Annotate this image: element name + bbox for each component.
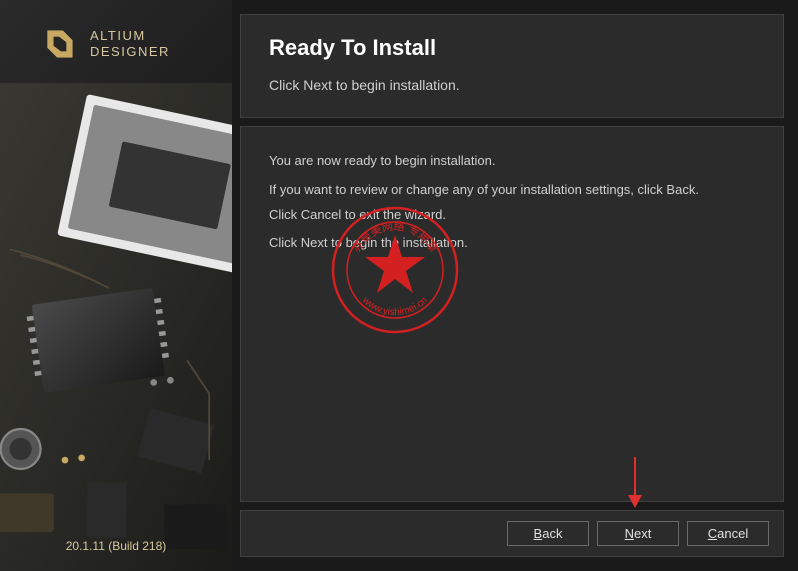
next-button[interactable]: Next <box>597 521 679 546</box>
main-content: Ready To Install Click Next to begin ins… <box>232 0 798 571</box>
content-line-2: If you want to review or change any of y… <box>269 180 755 201</box>
content-line-4: Click Next to begin the installation. <box>269 233 755 254</box>
content-panel: You are now ready to begin installation.… <box>240 126 784 502</box>
header-panel: Ready To Install Click Next to begin ins… <box>240 14 784 118</box>
logo-area: ALTIUM DESIGNER <box>0 0 232 83</box>
cancel-button[interactable]: Cancel <box>687 521 769 546</box>
content-line-3: Click Cancel to exit the wizard. <box>269 205 755 226</box>
brand-line1: ALTIUM <box>90 28 170 44</box>
footer-panel: Back Next Cancel <box>240 510 784 557</box>
back-button[interactable]: Back <box>507 521 589 546</box>
sidebar: ALTIUM DESIGNER <box>0 0 232 571</box>
altium-logo-icon <box>40 25 78 63</box>
page-subtitle: Click Next to begin installation. <box>269 77 755 93</box>
version-label: 20.1.11 (Build 218) <box>0 539 232 553</box>
brand-line2: DESIGNER <box>90 44 170 60</box>
logo-text: ALTIUM DESIGNER <box>90 28 170 59</box>
content-line-1: You are now ready to begin installation. <box>269 151 755 172</box>
pcb-background-image <box>0 83 232 571</box>
page-title: Ready To Install <box>269 35 755 61</box>
